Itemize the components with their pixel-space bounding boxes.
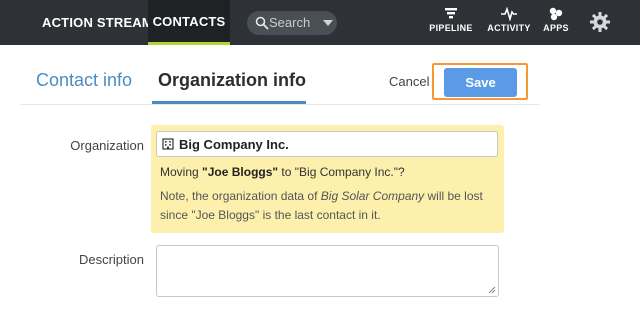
description-label: Description [78,252,144,267]
nav-activity[interactable]: ACTIVITY [485,7,533,33]
nav-activity-label: ACTIVITY [487,23,531,33]
nav-contacts[interactable]: CONTACTS [148,0,230,45]
move-confirmation-text: Moving "Joe Bloggs" to "Big Company Inc.… [160,165,405,179]
nav-pipeline-label: PIPELINE [429,23,473,33]
tab-divider [20,104,540,105]
save-button[interactable]: Save [444,68,517,97]
organization-label: Organization [70,138,144,153]
top-navigation-bar: ACTION STREAM CONTACTS Search PIPELINE A… [0,0,640,45]
gear-icon[interactable] [589,11,611,33]
nav-pipeline[interactable]: PIPELINE [426,7,476,33]
search-placeholder: Search [269,15,311,30]
note-organization-name: Big Solar Company [320,189,425,203]
search-box[interactable]: Search [247,11,337,35]
move-contact-name: "Joe Bloggs" [202,165,279,179]
apps-icon [549,7,563,21]
tab-organization-info[interactable]: Organization info [158,70,306,91]
organization-data-loss-note: Note, the organization data of Big Solar… [160,187,496,225]
move-suffix: to "Big Company Inc."? [278,165,405,179]
nav-apps[interactable]: APPS [541,7,571,33]
building-icon [162,138,174,150]
move-prefix: Moving [160,165,203,179]
search-icon [255,16,269,30]
funnel-icon [445,8,457,19]
pulse-icon [501,7,517,21]
tab-contact-info[interactable]: Contact info [36,70,132,91]
cancel-button[interactable]: Cancel [389,74,429,89]
nav-apps-label: APPS [543,23,569,33]
organization-value: Big Company Inc. [179,137,289,152]
chevron-down-icon[interactable] [323,20,333,26]
note-prefix: Note, the organization data of [160,189,321,203]
nav-action-stream[interactable]: ACTION STREAM [42,0,153,45]
resize-handle-icon[interactable] [488,286,496,294]
description-field[interactable] [156,245,499,297]
organization-field[interactable]: Big Company Inc. [156,131,498,157]
